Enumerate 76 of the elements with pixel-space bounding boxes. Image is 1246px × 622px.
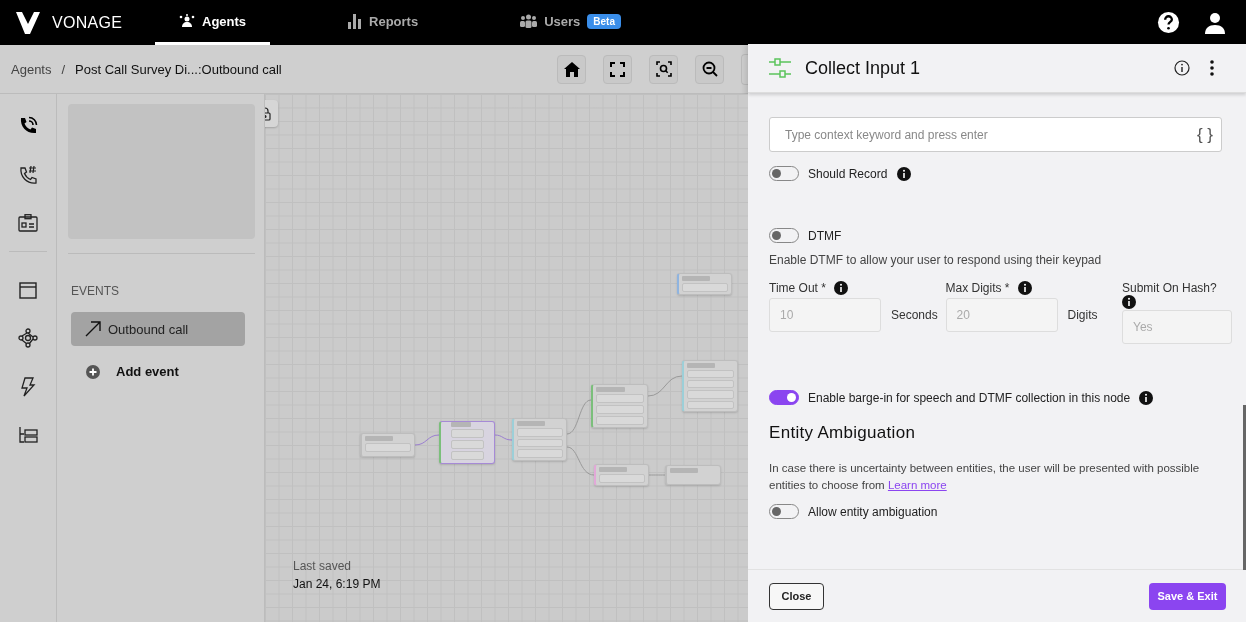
dtmf-hint: Enable DTMF to allow your user to respond using their keypad — [769, 253, 1103, 267]
flow-node[interactable] — [439, 421, 495, 464]
flow-node[interactable] — [665, 465, 721, 485]
toggle-switch[interactable] — [769, 390, 799, 405]
user-icon[interactable] — [1204, 11, 1226, 34]
toggle-label: DTMF — [808, 228, 842, 243]
panel-title: Collect Input 1 — [805, 57, 921, 79]
zoom-selection-button[interactable] — [649, 54, 678, 84]
toggle-label: Allow entity ambiguation — [808, 504, 938, 519]
last-saved-label: Last saved — [293, 559, 353, 573]
breadcrumb-link[interactable]: Agents — [11, 61, 52, 77]
connector-line — [647, 375, 683, 397]
field-label: Max Digits * — [945, 281, 1010, 295]
phone-call-icon[interactable] — [18, 116, 38, 136]
more-icon[interactable] — [1210, 60, 1214, 76]
info-icon[interactable] — [1017, 281, 1032, 295]
connector-line — [566, 399, 592, 435]
nav-tab[interactable]: Users Beta — [496, 0, 645, 45]
zoom-out-icon — [701, 61, 718, 77]
info-icon[interactable] — [1122, 295, 1136, 309]
nodes-icon[interactable] — [18, 328, 38, 348]
flow-node[interactable] — [594, 464, 649, 486]
unit-label: Digits — [1067, 308, 1098, 322]
connector-line — [566, 446, 595, 476]
close-button[interactable]: Close — [769, 582, 824, 610]
fit-view-button[interactable] — [603, 54, 632, 84]
vonage-logo-icon — [16, 11, 42, 34]
users-icon — [520, 14, 538, 28]
fullscreen-icon — [610, 61, 625, 77]
info-icon[interactable] — [833, 281, 848, 295]
event-item[interactable]: Outbound call — [71, 312, 245, 346]
window-icon[interactable] — [19, 282, 37, 299]
field-label: Submit On Hash? — [1122, 281, 1218, 295]
info-icon[interactable] — [897, 166, 912, 181]
toggle-label: Enable barge-in for speech and DTMF collection in this node — [808, 390, 1131, 405]
save-exit-button[interactable]: Save & Exit — [1149, 582, 1226, 610]
last-saved-time: Jan 24, 6:19 PM — [293, 577, 381, 591]
connector-line — [494, 434, 513, 441]
collect-input-icon — [769, 58, 791, 78]
agent-icon — [179, 14, 195, 28]
add-event-button[interactable]: Add event — [86, 364, 179, 379]
breadcrumb-current: Post Call Survey Di...:Outbound call — [75, 61, 282, 77]
flow-node[interactable] — [591, 384, 648, 428]
nav-tab[interactable]: Reports — [324, 0, 443, 45]
info-icon[interactable] — [1174, 60, 1190, 76]
unit-label: Seconds — [891, 308, 938, 322]
scrollbar[interactable] — [1243, 405, 1246, 570]
connector-line — [414, 434, 440, 446]
arrow-icon — [85, 321, 101, 337]
flow-node[interactable] — [682, 360, 738, 412]
phone-keypad-icon[interactable] — [18, 165, 38, 185]
brand-name: VONAGE — [52, 13, 123, 32]
plus-icon — [86, 364, 100, 379]
hierarchy-icon[interactable] — [18, 426, 38, 444]
section-heading: EVENTS — [71, 284, 120, 298]
variable-button[interactable]: { } — [1196, 124, 1213, 145]
bar-chart-icon — [348, 13, 363, 29]
beta-badge: Beta — [587, 13, 621, 29]
zoom-fit-icon — [655, 61, 672, 77]
section-heading: Entity Ambiguation — [769, 423, 917, 443]
keyword-field[interactable]: Type context keyword and press enter { } — [769, 117, 1222, 152]
flow-node[interactable] — [512, 418, 567, 461]
field-label: Time Out * — [769, 281, 826, 295]
zoom-out-button[interactable] — [695, 54, 724, 84]
lightning-icon[interactable] — [20, 377, 36, 397]
id-badge-icon[interactable] — [18, 214, 38, 232]
ambiguation-description: In case there is uncertainty between entities, the user will be presented with possible entities to choose from Learn more — [769, 461, 1201, 493]
breadcrumb-separator: / — [61, 61, 66, 77]
home-icon — [563, 61, 580, 77]
toggle-label: Should Record — [808, 166, 888, 181]
flow-node[interactable] — [360, 433, 415, 457]
info-icon[interactable] — [1139, 390, 1154, 405]
home-button[interactable] — [557, 54, 586, 84]
learn-more-link[interactable]: Learn more — [887, 479, 947, 491]
help-icon[interactable] — [1157, 11, 1180, 34]
flow-node[interactable] — [677, 273, 732, 295]
